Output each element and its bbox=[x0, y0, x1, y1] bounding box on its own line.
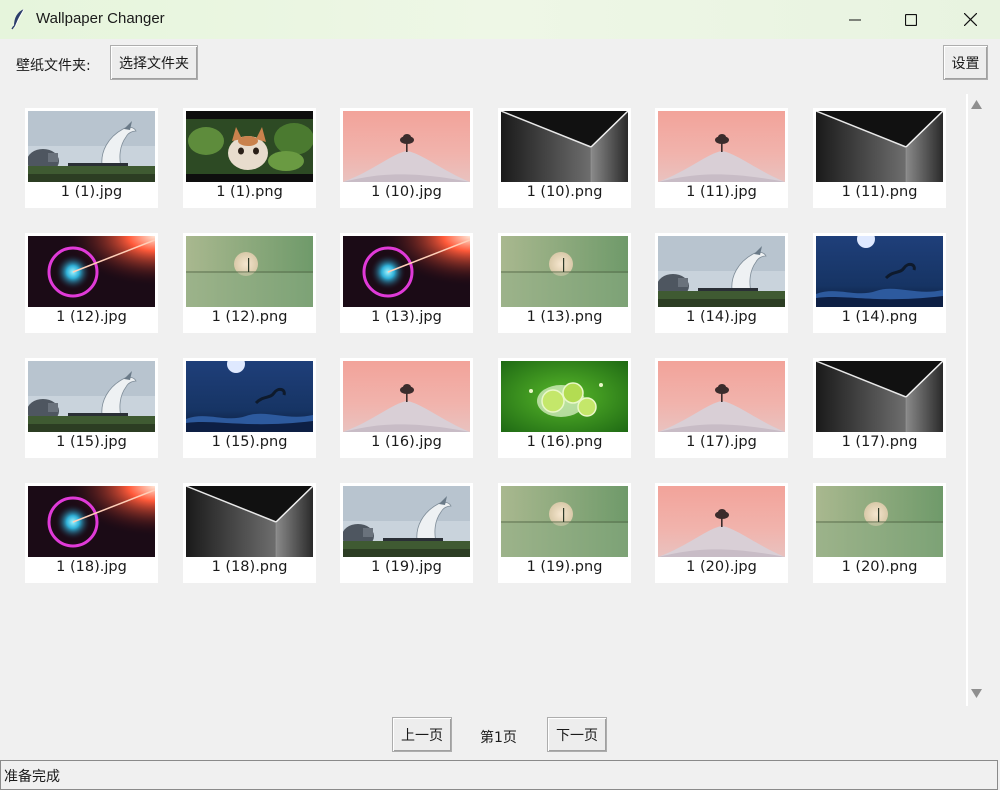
wallpaper-thumbnail[interactable]: 1 (14).png bbox=[813, 233, 946, 333]
wallpaper-filename: 1 (13).png bbox=[526, 309, 603, 325]
wallpaper-preview-image[interactable] bbox=[343, 361, 470, 432]
window-title: Wallpaper Changer bbox=[36, 10, 165, 27]
wallpaper-filename: 1 (12).png bbox=[211, 309, 288, 325]
wallpaper-preview-image[interactable] bbox=[28, 486, 155, 557]
wallpaper-filename: 1 (19).jpg bbox=[371, 559, 442, 575]
wallpaper-preview-image[interactable] bbox=[343, 236, 470, 307]
wallpaper-filename: 1 (16).jpg bbox=[371, 434, 442, 450]
wallpaper-thumbnail[interactable]: 1 (10).jpg bbox=[340, 108, 473, 208]
wallpaper-filename: 1 (19).png bbox=[526, 559, 603, 575]
wallpaper-preview-image[interactable] bbox=[816, 486, 943, 557]
page-label: 第1页 bbox=[480, 730, 517, 746]
prev-page-button[interactable]: 上一页 bbox=[392, 717, 452, 752]
wallpaper-preview-image[interactable] bbox=[658, 111, 785, 182]
wallpaper-thumbnail[interactable]: 1 (16).png bbox=[498, 358, 631, 458]
wallpaper-thumbnail[interactable]: 1 (16).jpg bbox=[340, 358, 473, 458]
minimize-button[interactable] bbox=[826, 0, 884, 39]
scroll-down-arrow-icon[interactable] bbox=[971, 689, 982, 698]
wallpaper-preview-image[interactable] bbox=[28, 361, 155, 432]
next-page-button[interactable]: 下一页 bbox=[547, 717, 607, 752]
scroll-up-arrow-icon[interactable] bbox=[971, 100, 982, 109]
wallpaper-preview-image[interactable] bbox=[658, 361, 785, 432]
wallpaper-filename: 1 (14).png bbox=[841, 309, 918, 325]
wallpaper-preview-image[interactable] bbox=[501, 111, 628, 182]
wallpaper-filename: 1 (10).jpg bbox=[371, 184, 442, 200]
feather-icon bbox=[11, 8, 25, 30]
wallpaper-thumbnail[interactable]: 1 (1).png bbox=[183, 108, 316, 208]
wallpaper-thumbnail[interactable]: 1 (10).png bbox=[498, 108, 631, 208]
wallpaper-thumbnail[interactable]: 1 (1).jpg bbox=[25, 108, 158, 208]
title-bar: Wallpaper Changer bbox=[0, 0, 1000, 39]
wallpaper-preview-image[interactable] bbox=[343, 111, 470, 182]
wallpaper-filename: 1 (10).png bbox=[526, 184, 603, 200]
wallpaper-filename: 1 (11).png bbox=[841, 184, 918, 200]
thumbnail-grid: 1 (1).jpg 1 (1).png 1 (10).jpg 1 (10).pn bbox=[0, 94, 966, 706]
wallpaper-thumbnail[interactable]: 1 (12).png bbox=[183, 233, 316, 333]
wallpaper-filename: 1 (11).jpg bbox=[686, 184, 757, 200]
wallpaper-thumbnail[interactable]: 1 (13).png bbox=[498, 233, 631, 333]
wallpaper-preview-image[interactable] bbox=[658, 236, 785, 307]
status-bar: 准备完成 bbox=[0, 760, 998, 790]
wallpaper-thumbnail[interactable]: 1 (11).png bbox=[813, 108, 946, 208]
wallpaper-thumbnail[interactable]: 1 (11).jpg bbox=[655, 108, 788, 208]
wallpaper-thumbnail[interactable]: 1 (20).png bbox=[813, 483, 946, 583]
wallpaper-filename: 1 (18).png bbox=[211, 559, 288, 575]
wallpaper-preview-image[interactable] bbox=[343, 486, 470, 557]
wallpaper-filename: 1 (17).jpg bbox=[686, 434, 757, 450]
wallpaper-preview-image[interactable] bbox=[501, 361, 628, 432]
wallpaper-filename: 1 (20).png bbox=[841, 559, 918, 575]
wallpaper-filename: 1 (20).jpg bbox=[686, 559, 757, 575]
wallpaper-filename: 1 (14).jpg bbox=[686, 309, 757, 325]
vertical-scrollbar[interactable] bbox=[966, 94, 988, 706]
wallpaper-thumbnail[interactable]: 1 (18).png bbox=[183, 483, 316, 583]
wallpaper-preview-image[interactable] bbox=[816, 111, 943, 182]
wallpaper-filename: 1 (1).jpg bbox=[60, 184, 123, 200]
wallpaper-thumbnail[interactable]: 1 (17).png bbox=[813, 358, 946, 458]
close-button[interactable] bbox=[941, 0, 999, 39]
wallpaper-thumbnail[interactable]: 1 (13).jpg bbox=[340, 233, 473, 333]
wallpaper-thumbnail[interactable]: 1 (15).jpg bbox=[25, 358, 158, 458]
wallpaper-filename: 1 (12).jpg bbox=[56, 309, 127, 325]
wallpaper-preview-image[interactable] bbox=[658, 486, 785, 557]
wallpaper-thumbnail[interactable]: 1 (19).jpg bbox=[340, 483, 473, 583]
wallpaper-preview-image[interactable] bbox=[501, 486, 628, 557]
folder-label: 壁纸文件夹: bbox=[16, 58, 91, 74]
scroll-track bbox=[966, 94, 968, 706]
wallpaper-thumbnail[interactable]: 1 (12).jpg bbox=[25, 233, 158, 333]
wallpaper-preview-image[interactable] bbox=[186, 361, 313, 432]
wallpaper-preview-image[interactable] bbox=[816, 236, 943, 307]
wallpaper-preview-image[interactable] bbox=[816, 361, 943, 432]
wallpaper-thumbnail[interactable]: 1 (14).jpg bbox=[655, 233, 788, 333]
wallpaper-filename: 1 (1).png bbox=[216, 184, 283, 200]
maximize-button[interactable] bbox=[882, 0, 940, 39]
wallpaper-preview-image[interactable] bbox=[28, 111, 155, 182]
wallpaper-thumbnail[interactable]: 1 (17).jpg bbox=[655, 358, 788, 458]
close-icon bbox=[963, 13, 977, 26]
wallpaper-thumbnail[interactable]: 1 (15).png bbox=[183, 358, 316, 458]
wallpaper-filename: 1 (13).jpg bbox=[371, 309, 442, 325]
wallpaper-filename: 1 (17).png bbox=[841, 434, 918, 450]
wallpaper-filename: 1 (15).png bbox=[211, 434, 288, 450]
wallpaper-thumbnail[interactable]: 1 (19).png bbox=[498, 483, 631, 583]
choose-folder-button[interactable]: 选择文件夹 bbox=[110, 45, 198, 80]
maximize-icon bbox=[905, 13, 917, 26]
wallpaper-filename: 1 (18).jpg bbox=[56, 559, 127, 575]
wallpaper-thumbnail[interactable]: 1 (20).jpg bbox=[655, 483, 788, 583]
wallpaper-thumbnail[interactable]: 1 (18).jpg bbox=[25, 483, 158, 583]
wallpaper-preview-image[interactable] bbox=[501, 236, 628, 307]
wallpaper-filename: 1 (15).jpg bbox=[56, 434, 127, 450]
wallpaper-preview-image[interactable] bbox=[186, 486, 313, 557]
settings-button[interactable]: 设置 bbox=[943, 45, 988, 80]
status-text: 准备完成 bbox=[4, 769, 60, 785]
minimize-icon bbox=[849, 19, 861, 20]
wallpaper-preview-image[interactable] bbox=[186, 111, 313, 182]
wallpaper-filename: 1 (16).png bbox=[526, 434, 603, 450]
wallpaper-preview-image[interactable] bbox=[186, 236, 313, 307]
wallpaper-preview-image[interactable] bbox=[28, 236, 155, 307]
